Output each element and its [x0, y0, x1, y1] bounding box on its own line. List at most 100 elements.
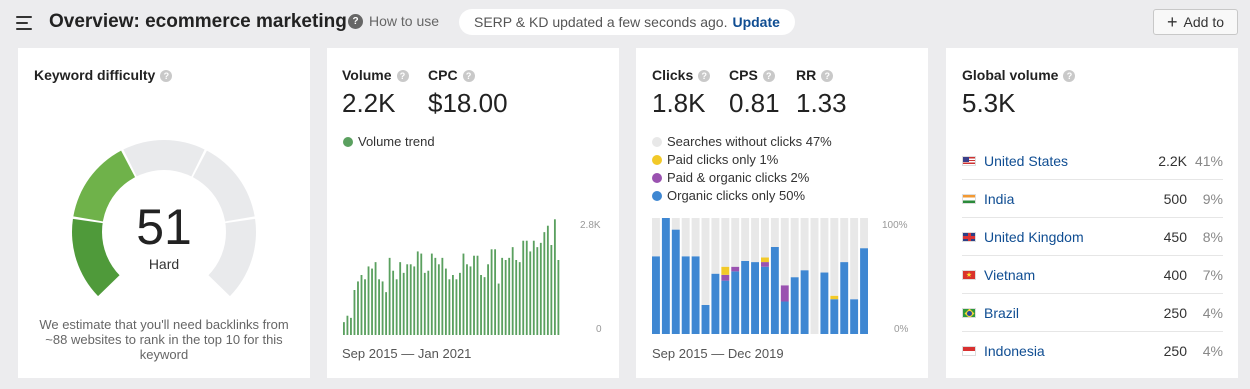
clicks-bar[interactable] — [731, 218, 740, 334]
volume-bar[interactable] — [353, 290, 356, 335]
volume-bar[interactable] — [529, 251, 532, 335]
volume-bar[interactable] — [487, 264, 489, 335]
help-icon[interactable]: ? — [762, 70, 775, 82]
volume-bar[interactable] — [364, 279, 366, 335]
volume-bar[interactable] — [553, 219, 556, 335]
volume-bar[interactable] — [420, 253, 423, 335]
volume-bar[interactable] — [543, 232, 546, 335]
volume-bar[interactable] — [546, 225, 549, 335]
clicks-bar[interactable] — [681, 218, 690, 334]
volume-bar[interactable] — [459, 272, 461, 335]
volume-bar[interactable] — [427, 270, 430, 335]
volume-bar[interactable] — [539, 242, 542, 335]
country-name[interactable]: Indonesia — [984, 343, 1137, 359]
volume-bar[interactable] — [381, 281, 384, 335]
clicks-bar[interactable] — [810, 218, 819, 334]
volume-bar[interactable] — [476, 255, 479, 335]
help-icon[interactable]: ? — [1063, 70, 1076, 82]
volume-bar[interactable] — [367, 266, 370, 335]
volume-bar[interactable] — [462, 253, 465, 335]
clicks-bar[interactable] — [661, 218, 670, 334]
clicks-bar[interactable] — [780, 218, 789, 334]
how-to-use-link[interactable]: ? How to use — [348, 13, 439, 29]
volume-bar[interactable] — [392, 270, 395, 335]
menu-icon[interactable] — [16, 16, 34, 30]
clicks-bar[interactable] — [652, 218, 660, 334]
clicks-bar[interactable] — [830, 218, 839, 334]
volume-bar[interactable] — [480, 275, 482, 335]
volume-bar[interactable] — [557, 260, 560, 335]
volume-bar[interactable] — [444, 268, 447, 335]
clicks-bar[interactable] — [820, 218, 829, 334]
volume-bar[interactable] — [406, 264, 409, 335]
volume-bar[interactable] — [416, 251, 419, 335]
volume-bar[interactable] — [423, 272, 426, 335]
volume-bar[interactable] — [357, 281, 359, 335]
volume-bar[interactable] — [385, 292, 388, 335]
country-name[interactable]: United States — [984, 153, 1137, 169]
volume-bar[interactable] — [473, 255, 475, 335]
volume-bar[interactable] — [466, 264, 468, 335]
help-icon[interactable]: ? — [160, 70, 173, 82]
volume-bar[interactable] — [550, 245, 553, 335]
volume-bar[interactable] — [518, 262, 521, 335]
volume-bar[interactable] — [483, 277, 486, 335]
volume-bar[interactable] — [402, 272, 405, 335]
volume-bar[interactable] — [469, 266, 472, 335]
volume-bar[interactable] — [511, 247, 514, 335]
clicks-bar[interactable] — [770, 218, 779, 334]
volume-bar[interactable] — [360, 275, 363, 335]
volume-bar[interactable] — [455, 279, 458, 335]
volume-bar[interactable] — [388, 257, 391, 335]
clicks-bar[interactable] — [721, 218, 730, 334]
volume-bar[interactable] — [532, 240, 535, 335]
volume-bar[interactable] — [525, 240, 528, 335]
clicks-bar[interactable] — [860, 218, 868, 334]
volume-bar[interactable] — [371, 268, 373, 335]
volume-bar[interactable] — [346, 315, 349, 335]
volume-bar[interactable] — [374, 262, 377, 335]
volume-bar[interactable] — [490, 249, 493, 335]
country-name[interactable]: United Kingdom — [984, 229, 1137, 245]
help-icon[interactable]: ? — [698, 70, 711, 82]
volume-bar[interactable] — [441, 257, 444, 335]
volume-bar[interactable] — [409, 264, 412, 335]
volume-bar[interactable] — [448, 279, 451, 335]
clicks-bar[interactable] — [800, 218, 809, 334]
clicks-bar[interactable] — [691, 218, 700, 334]
volume-bar[interactable] — [378, 279, 380, 335]
help-icon[interactable]: ? — [821, 70, 834, 82]
update-link[interactable]: Update — [732, 14, 779, 30]
clicks-bar[interactable] — [711, 218, 720, 334]
volume-bar[interactable] — [434, 257, 437, 335]
clicks-bar[interactable] — [790, 218, 799, 334]
clicks-bar[interactable] — [741, 218, 750, 334]
volume-bar[interactable] — [494, 249, 497, 335]
add-to-button[interactable]: + Add to — [1153, 9, 1238, 35]
clicks-bar[interactable] — [850, 218, 859, 334]
volume-bar[interactable] — [522, 240, 525, 335]
volume-bar[interactable] — [515, 260, 518, 335]
volume-bar[interactable] — [413, 266, 416, 335]
clicks-bar[interactable] — [761, 218, 769, 334]
volume-bar[interactable] — [497, 283, 500, 335]
help-icon[interactable]: ? — [462, 70, 475, 82]
country-name[interactable]: Vietnam — [984, 267, 1137, 283]
volume-bar[interactable] — [395, 279, 398, 335]
clicks-bar[interactable] — [701, 218, 710, 334]
country-name[interactable]: Brazil — [984, 305, 1137, 321]
volume-bar[interactable] — [504, 260, 507, 335]
volume-bar[interactable] — [430, 253, 433, 335]
volume-bar[interactable] — [343, 322, 345, 335]
volume-bar[interactable] — [508, 257, 511, 335]
volume-bar[interactable] — [452, 275, 454, 335]
volume-bar[interactable] — [501, 257, 504, 335]
country-name[interactable]: India — [984, 191, 1137, 207]
clicks-bar[interactable] — [671, 218, 680, 334]
volume-bar[interactable] — [437, 264, 440, 335]
volume-bar[interactable] — [350, 317, 352, 335]
clicks-bar[interactable] — [751, 218, 759, 334]
help-icon[interactable]: ? — [396, 70, 409, 82]
volume-bar[interactable] — [399, 262, 402, 335]
clicks-bar[interactable] — [840, 218, 849, 334]
